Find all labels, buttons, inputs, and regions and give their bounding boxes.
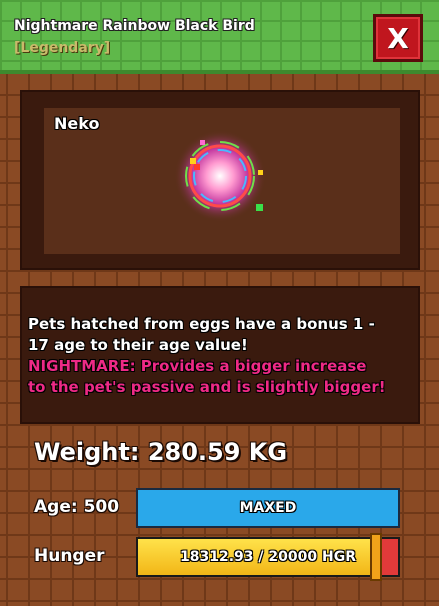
close-icon: X [387,21,409,55]
weight-label: Weight: 280.59 KG [34,438,288,466]
description-line: 17 age to their age value! [28,336,248,354]
pet-orb-image [174,130,266,222]
panel-header: Nightmare Rainbow Black Bird [Legendary]… [0,0,439,74]
close-button[interactable]: X [373,14,423,62]
pet-info-panel: Nightmare Rainbow Black Bird [Legendary]… [0,0,439,606]
age-bar: MAXED [136,488,400,528]
hunger-bar: 18312.93 / 20000 HGR [136,537,400,577]
pet-viewer: Neko [20,90,420,270]
hunger-value: 18312.93 / 20000 HGR [180,549,356,565]
pet-owner-name: Neko [54,114,100,133]
nightmare-description-line: NIGHTMARE: Provides a bigger increase [28,357,367,375]
pet-title: Nightmare Rainbow Black Bird [14,18,255,34]
rarity-label: [Legendary] [14,40,111,56]
hunger-text-wrap: 18312.93 / 20000 HGR [138,539,398,575]
age-label: Age: 500 [34,497,120,517]
description-box: Pets hatched from eggs have a bonus 1 - … [20,286,420,424]
hunger-marker [370,533,383,581]
hunger-label: Hunger [34,546,105,566]
age-status: MAXED [239,500,297,516]
description-line: Pets hatched from eggs have a bonus 1 - [28,315,375,333]
nightmare-description-line: to the pet's passive and is slightly big… [28,378,386,396]
